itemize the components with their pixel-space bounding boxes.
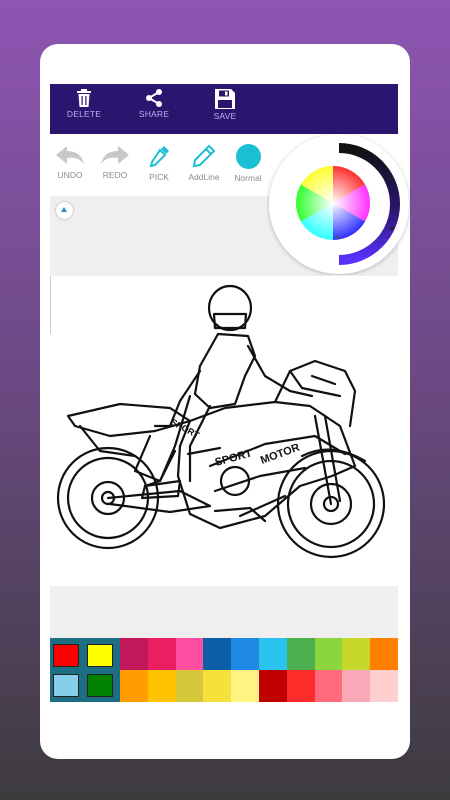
trash-icon [77, 89, 91, 107]
palette-swatch[interactable] [314, 638, 343, 670]
motorcycle-line-art: SPORT SPORT MOTOR [56, 284, 386, 559]
top-toolbar: DELETE SHARE SAVE [50, 84, 398, 134]
bottom-blank-area [50, 702, 398, 752]
palette-swatch[interactable] [175, 638, 204, 670]
palette-swatch[interactable] [147, 638, 177, 670]
app-screen: DELETE SHARE SAVE UNDO REDO PICK AddLine… [40, 44, 410, 759]
palette-swatch[interactable] [231, 670, 260, 702]
redo-arrow-icon [101, 146, 129, 164]
undo-button[interactable]: UNDO [48, 144, 92, 180]
share-icon [146, 89, 162, 107]
redo-button[interactable]: REDO [93, 144, 137, 180]
undo-arrow-icon [56, 146, 84, 164]
palette-swatch[interactable] [203, 670, 232, 702]
palette-swatch[interactable] [259, 670, 288, 702]
selected-colors-panel [50, 638, 120, 702]
add-line-button[interactable]: AddLine [182, 144, 226, 182]
palette-swatch[interactable] [120, 670, 149, 702]
palette-swatch[interactable] [286, 670, 316, 702]
addline-label: AddLine [188, 172, 220, 182]
primary-color-swatch[interactable] [53, 644, 79, 667]
palette-swatch[interactable] [120, 638, 149, 670]
pick-color-button[interactable]: PICK [137, 144, 181, 182]
palette-swatch[interactable] [370, 638, 399, 670]
save-label: SAVE [213, 111, 237, 121]
decal-text-sport: SPORT [214, 447, 254, 468]
collapse-toggle-button[interactable] [56, 202, 73, 219]
palette-swatch[interactable] [342, 638, 371, 670]
redo-label: REDO [102, 170, 128, 180]
secondary-color-swatch[interactable] [87, 644, 113, 667]
color-palette [50, 638, 399, 702]
palette-swatch[interactable] [342, 670, 371, 702]
palette-swatch[interactable] [370, 670, 399, 702]
share-button[interactable]: SHARE [124, 88, 184, 119]
tertiary-color-swatch[interactable] [53, 674, 79, 697]
palette-swatch[interactable] [286, 638, 316, 670]
delete-label: DELETE [66, 109, 102, 119]
normal-label: Normal [234, 173, 262, 183]
canvas-bottom-margin [50, 586, 398, 638]
brush-mode-button[interactable]: Normal [226, 144, 270, 183]
decal-text-motor: MOTOR [259, 442, 301, 467]
delete-button[interactable]: DELETE [54, 88, 114, 119]
palette-swatch[interactable] [259, 638, 288, 670]
share-label: SHARE [138, 109, 170, 119]
save-button[interactable]: SAVE [195, 88, 255, 121]
eyedropper-icon [149, 146, 169, 168]
decal-text-sport-small: SPORT [169, 417, 202, 441]
pick-label: PICK [149, 172, 169, 182]
undo-label: UNDO [57, 170, 83, 180]
quaternary-color-swatch[interactable] [87, 674, 113, 697]
current-color-dot [235, 144, 261, 169]
color-wheel-picker[interactable] [267, 132, 410, 275]
drawing-canvas[interactable]: SPORT SPORT MOTOR [50, 276, 398, 586]
pencil-icon [192, 144, 216, 168]
floppy-disk-icon [215, 89, 235, 109]
palette-swatch[interactable] [175, 670, 204, 702]
palette-swatch[interactable] [231, 638, 260, 670]
hue-wheel[interactable] [296, 166, 370, 240]
palette-swatch[interactable] [147, 670, 177, 702]
palette-swatch[interactable] [203, 638, 232, 670]
palette-swatch[interactable] [314, 670, 343, 702]
